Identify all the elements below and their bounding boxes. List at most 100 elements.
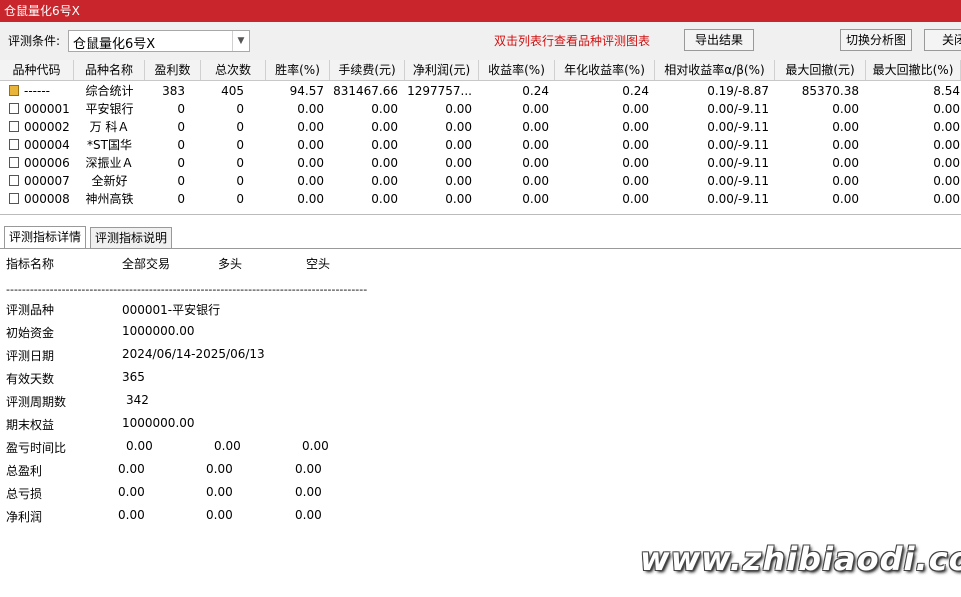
- table-cell: *ST国华: [87, 138, 132, 152]
- column-header[interactable]: 收益率(%): [479, 60, 555, 80]
- folder-icon: [9, 85, 19, 96]
- table-cell: 0.00: [622, 138, 649, 152]
- detail-info-label: 评测品种: [6, 303, 55, 317]
- detail-stat-long: 0.00: [206, 508, 233, 522]
- table-cell: 0: [177, 138, 185, 152]
- table-cell: 0: [177, 156, 185, 170]
- table-row[interactable]: 000002 万 科Ａ 0 0 0.00 0.00 0.00 0.00 0.00 0.00/-9.…: [0, 118, 961, 136]
- table-row[interactable]: 000008 神州高铁 0 0 0.00 0.00 0.00 0.00 0.00 0.00/-9.…: [0, 190, 961, 208]
- table-cell: 0.00: [622, 120, 649, 134]
- table-cell: 8.54: [933, 84, 960, 98]
- table-cell: 0.00: [832, 102, 859, 116]
- table-row[interactable]: 000004 *ST国华 0 0 0.00 0.00 0.00 0.00 0.00 0.00/-9…: [0, 136, 961, 154]
- switch-chart-button[interactable]: 切换分析图: [840, 29, 912, 51]
- column-header[interactable]: 盈利数: [145, 60, 201, 80]
- document-icon: [9, 121, 19, 132]
- table-row[interactable]: 000001 平安银行 0 0 0.00 0.00 0.00 0.00 0.00 0.00/-9.…: [0, 100, 961, 118]
- table-cell: 0.00: [445, 192, 472, 206]
- detail-header-all: 全部交易: [122, 257, 171, 271]
- column-header[interactable]: 总次数: [201, 60, 266, 80]
- table-cell: 1297757...: [407, 84, 472, 98]
- column-header[interactable]: 品种名称: [74, 60, 145, 80]
- detail-stat-label: 总盈利: [6, 464, 43, 478]
- table-cell: 0.00: [371, 174, 398, 188]
- table-cell: 0.00: [371, 192, 398, 206]
- table-cell: 0.00: [297, 156, 324, 170]
- detail-header-name: 指标名称: [6, 257, 55, 271]
- toolbar: 评测条件: 仓鼠量化6号X ▼ 双击列表行查看品种评测图表 导出结果 切换分析图…: [0, 22, 961, 61]
- column-header[interactable]: 最大回撤(元): [775, 60, 866, 80]
- condition-select[interactable]: 仓鼠量化6号X ▼: [68, 30, 250, 52]
- window-titlebar[interactable]: 仓鼠量化6号X: [0, 0, 961, 22]
- table-cell: 0.00/-9.11: [707, 102, 769, 116]
- detail-stat-long: 0.00: [214, 439, 241, 453]
- table-cell: 0.00: [297, 102, 324, 116]
- column-header[interactable]: 相对收益率α/β(%): [655, 60, 775, 80]
- chevron-down-icon[interactable]: ▼: [232, 31, 249, 51]
- detail-info-value: 2024/06/14-2025/06/13: [122, 347, 265, 361]
- table-cell: 0.00/-9.11: [707, 156, 769, 170]
- table-cell: 0: [236, 192, 244, 206]
- table-cell: 0.00: [832, 120, 859, 134]
- detail-stat-label: 总亏损: [6, 487, 43, 501]
- table-row[interactable]: ------ 综合统计 383 405 94.57 831467.66 1297757...…: [0, 82, 961, 100]
- table-cell: 全新好: [91, 174, 128, 188]
- table-cell: 0.00: [445, 120, 472, 134]
- close-button[interactable]: 关闭: [924, 29, 961, 51]
- table-cell: 0: [177, 102, 185, 116]
- table-row[interactable]: 000007 全新好 0 0 0.00 0.00 0.00 0.00 0.00 0.00/-9.1…: [0, 172, 961, 190]
- table-cell: 0.00: [933, 120, 960, 134]
- detail-tabs: 评测指标详情 评测指标说明: [0, 224, 961, 249]
- detail-header-long: 多头: [218, 257, 243, 271]
- table-cell: 0.00: [522, 102, 549, 116]
- column-header[interactable]: 净利润(元): [405, 60, 479, 80]
- tab-detail[interactable]: 评测指标详情: [4, 226, 87, 248]
- table-cell: 0.00: [297, 120, 324, 134]
- results-table[interactable]: 品种代码 品种名称 盈利数 总次数 胜率(%) 手续费(元) 净利润(元) 收益率(%) 年化收…: [0, 60, 961, 215]
- detail-stat-all: 0.00: [118, 485, 145, 499]
- table-cell: 0.00: [371, 138, 398, 152]
- table-cell: 0.19/-8.87: [707, 84, 769, 98]
- table-cell: 0.00: [832, 192, 859, 206]
- table-cell: 综合统计: [85, 84, 134, 98]
- table-cell: 0.00: [933, 174, 960, 188]
- table-cell: 0.00: [622, 174, 649, 188]
- table-row[interactable]: 000006 深振业Ａ 0 0 0.00 0.00 0.00 0.00 0.00 0.00/-9.…: [0, 154, 961, 172]
- export-button[interactable]: 导出结果: [684, 29, 754, 51]
- tab-description[interactable]: 评测指标说明: [90, 227, 173, 248]
- condition-value: 仓鼠量化6号X: [73, 37, 156, 52]
- table-cell: 0.00: [371, 102, 398, 116]
- column-header[interactable]: 手续费(元): [330, 60, 405, 80]
- table-header: 品种代码 品种名称 盈利数 总次数 胜率(%) 手续费(元) 净利润(元) 收益率(%) 年化收…: [0, 60, 961, 81]
- table-cell: 383: [162, 84, 185, 98]
- table-cell: 万 科Ａ: [89, 120, 130, 134]
- table-cell: 0.00: [933, 102, 960, 116]
- table-cell: 000002: [24, 120, 70, 134]
- table-cell: 0.00/-9.11: [707, 120, 769, 134]
- detail-stat-label: 盈亏时间比: [6, 441, 67, 455]
- table-cell: 0.00: [297, 174, 324, 188]
- table-cell: 0: [236, 102, 244, 116]
- detail-info-value: 1000000.00: [122, 416, 195, 430]
- column-header[interactable]: 最大回撤比(%): [866, 60, 961, 80]
- table-cell: 0.00: [445, 174, 472, 188]
- detail-info-label: 期末权益: [6, 418, 55, 432]
- table-cell: 神州高铁: [85, 192, 134, 206]
- detail-info-label: 有效天数: [6, 372, 55, 386]
- table-cell: 0: [236, 138, 244, 152]
- table-cell: 0: [177, 174, 185, 188]
- detail-stat-short: 0.00: [302, 439, 329, 453]
- table-cell: 0: [236, 174, 244, 188]
- table-cell: 0: [236, 156, 244, 170]
- hint-text: 双击列表行查看品种评测图表: [494, 34, 651, 48]
- column-header[interactable]: 品种代码: [0, 60, 74, 80]
- column-header[interactable]: 胜率(%): [266, 60, 330, 80]
- detail-stat-long: 0.00: [206, 485, 233, 499]
- table-cell: 0.00: [445, 138, 472, 152]
- condition-label: 评测条件:: [8, 34, 61, 48]
- table-cell: 平安银行: [85, 102, 134, 116]
- detail-stat-short: 0.00: [295, 508, 322, 522]
- column-header[interactable]: 年化收益率(%): [555, 60, 655, 80]
- table-cell: 深振业Ａ: [85, 156, 134, 170]
- table-cell: 94.57: [289, 84, 324, 98]
